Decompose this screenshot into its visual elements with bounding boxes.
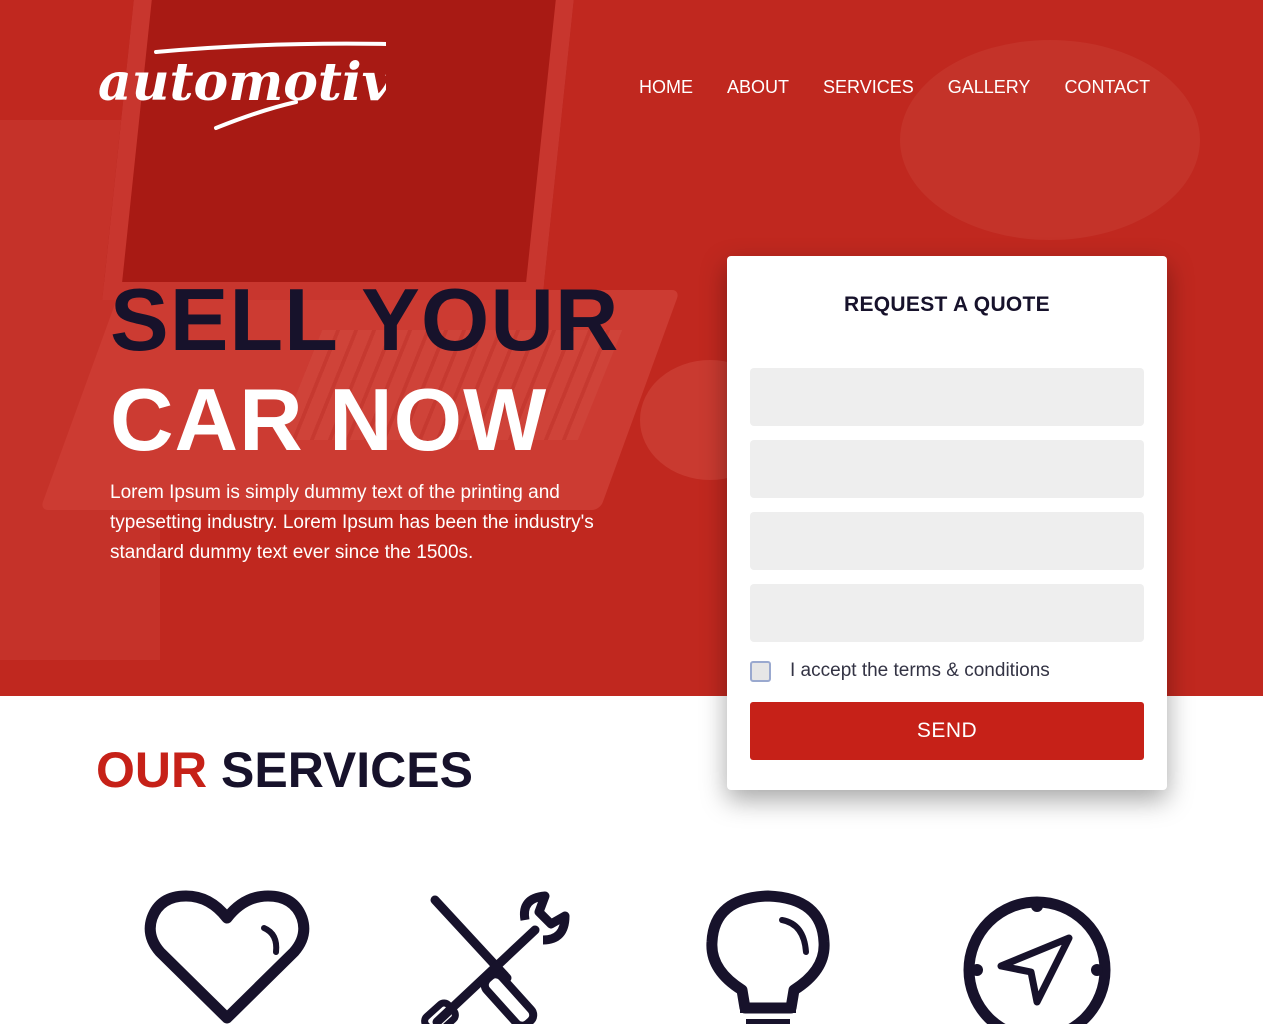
nav-gallery[interactable]: GALLERY [931, 76, 1048, 98]
services-heading-highlight: OUR [96, 742, 208, 798]
main-nav: HOME ABOUT SERVICES GALLERY CONTACT [622, 76, 1167, 98]
quote-field-1[interactable] [750, 368, 1144, 426]
terms-checkbox[interactable] [750, 660, 771, 682]
hero-headline-line1: SELL YOUR [110, 270, 620, 369]
send-button[interactable]: SEND [750, 702, 1144, 760]
heart-icon [142, 890, 312, 1024]
services-heading-rest: SERVICES [221, 742, 473, 798]
quote-field-2[interactable] [750, 440, 1144, 498]
terms-label[interactable]: I accept the terms & conditions [790, 660, 1050, 682]
terms-row: I accept the terms & conditions [750, 660, 1050, 682]
nav-home[interactable]: HOME [622, 76, 710, 98]
nav-services[interactable]: SERVICES [806, 76, 931, 98]
hero-headline-line2: CAR NOW [110, 370, 548, 469]
quote-field-4[interactable] [750, 584, 1144, 642]
nav-contact[interactable]: CONTACT [1047, 76, 1167, 98]
automotive-logo[interactable]: automotive [96, 38, 425, 138]
nav-about[interactable]: ABOUT [710, 76, 806, 98]
lightbulb-icon [700, 890, 870, 1024]
tools-icon [415, 890, 585, 1024]
compass-icon [955, 890, 1125, 1024]
hero-description: Lorem Ipsum is simply dummy text of the … [110, 482, 594, 563]
quote-field-3[interactable] [750, 512, 1144, 570]
quote-form-title: REQUEST A QUOTE [844, 293, 1050, 316]
hero-headline: SELL YOUR CAR NOW [110, 270, 619, 470]
quote-form: REQUEST A QUOTE I accept the terms & con… [727, 256, 1167, 790]
services-heading: OUR SERVICES [96, 740, 473, 800]
svg-text:automotive: automotive [98, 52, 386, 113]
